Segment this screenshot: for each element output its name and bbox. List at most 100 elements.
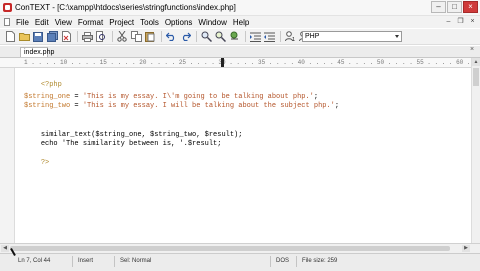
- horizontal-scroll-thumb[interactable]: [10, 246, 450, 251]
- redo-button[interactable]: [179, 31, 191, 43]
- menu-options[interactable]: Options: [162, 18, 196, 27]
- language-select-value: PHP: [305, 33, 320, 40]
- user-command-1-icon: 1: [284, 31, 295, 42]
- user-command-1-button[interactable]: 1: [284, 31, 296, 43]
- code-line: similar_text($string_one, $string_two, $…: [24, 122, 243, 139]
- status-separator: [296, 256, 297, 267]
- selection-mode: Sel: Normal: [120, 258, 152, 264]
- save-all-button[interactable]: [46, 31, 58, 43]
- code-line: echo 'The similarity between is, '.$resu…: [24, 131, 222, 148]
- window-controls: – □ ×: [431, 1, 478, 13]
- open-folder-icon: [18, 33, 30, 41]
- new-file-button[interactable]: [4, 31, 16, 43]
- unindent-button[interactable]: [263, 31, 275, 43]
- print-icon: [81, 31, 93, 42]
- status-separator: [270, 256, 271, 267]
- variable-token: $string_one: [24, 93, 71, 101]
- terminator-token: ;: [313, 93, 319, 101]
- new-file-icon: [5, 31, 15, 42]
- edit-mode: Insert: [78, 258, 94, 264]
- string-token: 'This is my essay. I will be talking abo…: [82, 102, 335, 110]
- terminator-token: ;: [334, 102, 340, 110]
- doc-minimize-button[interactable]: –: [444, 17, 453, 26]
- replace-icon: [230, 31, 238, 40]
- indent-button[interactable]: [249, 31, 261, 43]
- menu-tools[interactable]: Tools: [137, 18, 162, 27]
- tab-label: index.php: [24, 49, 55, 56]
- vertical-scrollbar[interactable]: ▲: [471, 58, 480, 243]
- find-button[interactable]: [200, 31, 212, 43]
- menu-window[interactable]: Window: [195, 18, 229, 27]
- save-button[interactable]: [32, 31, 44, 43]
- scroll-left-icon[interactable]: ◀: [1, 245, 9, 252]
- status-bar: Ln 7, Col 44 Insert Sel: Normal DOS File…: [0, 253, 480, 271]
- document-window-controls: – ❐ ×: [444, 17, 477, 26]
- copy-button[interactable]: [130, 31, 142, 43]
- operator-token: =: [70, 93, 83, 101]
- title-bar: ConTEXT - [C:\xampp\htdocs\series\string…: [0, 0, 480, 16]
- svg-text:1: 1: [292, 37, 295, 42]
- find-next-button[interactable]: [214, 31, 226, 43]
- right-margin-marker[interactable]: [221, 58, 224, 67]
- doc-close-button[interactable]: ×: [468, 17, 477, 26]
- vertical-scroll-thumb[interactable]: [473, 68, 479, 86]
- toolbar-separator: [196, 31, 197, 42]
- close-file-button[interactable]: [60, 31, 72, 43]
- code-editor[interactable]: <?php $string_one = 'This is my essay. I…: [15, 68, 472, 243]
- close-button[interactable]: ×: [463, 1, 478, 13]
- maximize-button[interactable]: □: [447, 1, 462, 13]
- minimize-button[interactable]: –: [431, 1, 446, 13]
- line-gutter: [0, 68, 15, 243]
- string-token: 'This is my essay. I\'m going to be talk…: [82, 93, 314, 101]
- horizontal-scrollbar[interactable]: ◀ ▶: [0, 243, 480, 253]
- cursor-position: Ln 7, Col 44: [18, 258, 51, 264]
- file-size: File size: 259: [302, 258, 338, 264]
- status-separator: [72, 256, 73, 267]
- operator-token: =: [70, 102, 83, 110]
- close-tab-icon[interactable]: ×: [470, 46, 476, 53]
- print-preview-button[interactable]: [95, 31, 107, 43]
- copy-icon: [130, 31, 142, 42]
- code-line: $string_two = 'This is my essay. I will …: [24, 102, 339, 111]
- document-icon[interactable]: [4, 18, 10, 26]
- column-ruler: 1 . . . . 10 . . . . 15 . . . . 20 . . .…: [0, 58, 480, 68]
- toolbar-separator: [112, 31, 113, 42]
- status-separator: [114, 256, 115, 267]
- app-icon: [3, 3, 12, 12]
- unindent-icon: [263, 32, 275, 42]
- save-all-icon: [46, 31, 58, 42]
- statement-text: echo 'The similarity between is, '.$resu…: [40, 140, 222, 148]
- replace-button[interactable]: [228, 31, 240, 43]
- file-tab-bar: index.php ×: [0, 46, 480, 58]
- toolbar-separator: [245, 31, 246, 42]
- toolbar-separator: [280, 31, 281, 42]
- scroll-up-icon[interactable]: ▲: [472, 58, 480, 66]
- window-title: ConTEXT - [C:\xampp\htdocs\series\string…: [15, 3, 236, 12]
- menu-edit[interactable]: Edit: [32, 18, 52, 27]
- code-line: <?php: [24, 72, 62, 89]
- tab-index-php[interactable]: index.php: [20, 47, 54, 57]
- doc-restore-button[interactable]: ❐: [456, 17, 465, 26]
- variable-token: $string_two: [24, 102, 71, 110]
- php-close-tag: ?>: [40, 159, 50, 167]
- language-select[interactable]: PHP: [302, 31, 402, 42]
- chevron-down-icon: [395, 35, 399, 38]
- menu-bar: File Edit View Format Project Tools Opti…: [0, 16, 480, 28]
- open-file-button[interactable]: [18, 31, 30, 43]
- menu-help[interactable]: Help: [230, 18, 252, 27]
- scroll-right-icon[interactable]: ▶: [462, 245, 470, 252]
- print-button[interactable]: [81, 31, 93, 43]
- close-file-icon: [61, 31, 71, 42]
- menu-project[interactable]: Project: [106, 18, 137, 27]
- cut-button[interactable]: [116, 31, 128, 43]
- cut-icon: [117, 31, 127, 42]
- menu-view[interactable]: View: [52, 18, 75, 27]
- paste-button[interactable]: [144, 31, 156, 43]
- redo-icon: [182, 32, 191, 41]
- menu-format[interactable]: Format: [75, 18, 106, 27]
- undo-icon: [165, 32, 174, 41]
- code-line: ?>: [24, 150, 49, 167]
- undo-button[interactable]: [165, 31, 177, 43]
- menu-file[interactable]: File: [13, 18, 32, 27]
- find-next-icon: [215, 31, 226, 42]
